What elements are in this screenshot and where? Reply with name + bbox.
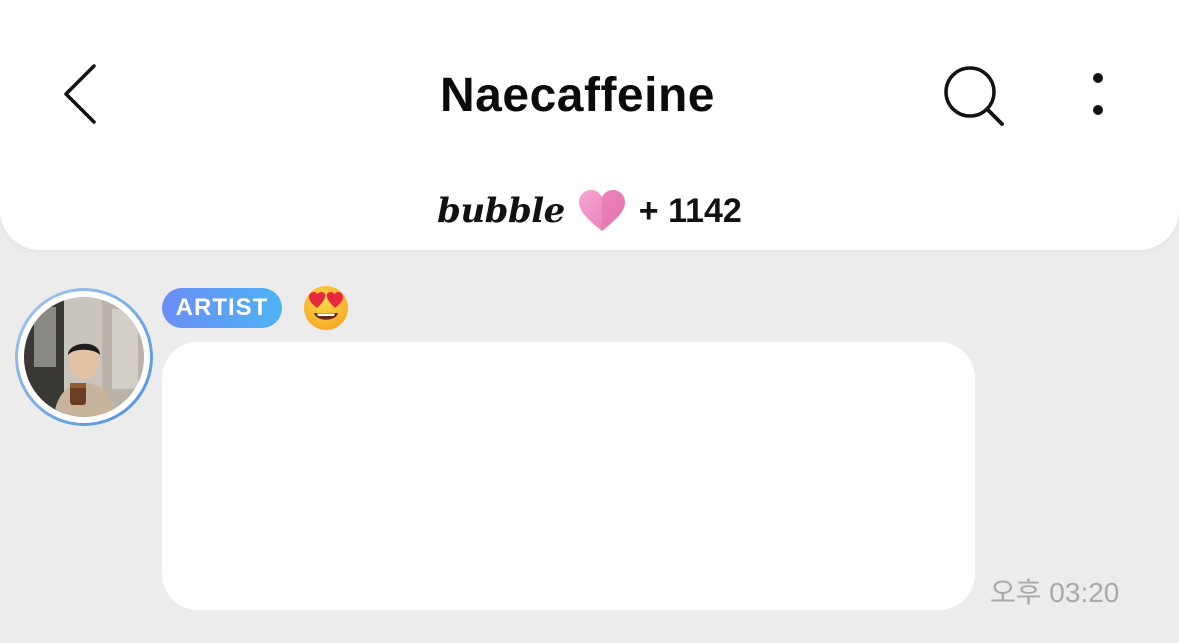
- back-button[interactable]: [52, 58, 112, 130]
- more-vertical-icon: [1093, 73, 1103, 115]
- more-options-button[interactable]: [1078, 66, 1118, 126]
- search-icon: [944, 66, 1004, 126]
- search-button[interactable]: [936, 62, 1012, 132]
- avatar-photo: [24, 297, 144, 417]
- chevron-left-icon: [64, 64, 96, 124]
- artist-avatar[interactable]: [15, 288, 153, 426]
- heart-eyes-emoji-icon: [304, 286, 348, 330]
- message-timestamp: 오후 03:20: [990, 577, 1120, 608]
- heart-icon: [578, 190, 625, 231]
- bubble-logo: bubble: [437, 191, 565, 231]
- subscription-bar: bubble + 1142: [0, 186, 1179, 236]
- subscriber-count: + 1142: [638, 191, 742, 230]
- chat-header: Naecaffeine bubble + 1142: [0, 0, 1179, 250]
- chat-title: Naecaffeine: [440, 69, 715, 122]
- artist-badge: ARTIST: [162, 288, 282, 328]
- message-bubble[interactable]: [162, 342, 975, 610]
